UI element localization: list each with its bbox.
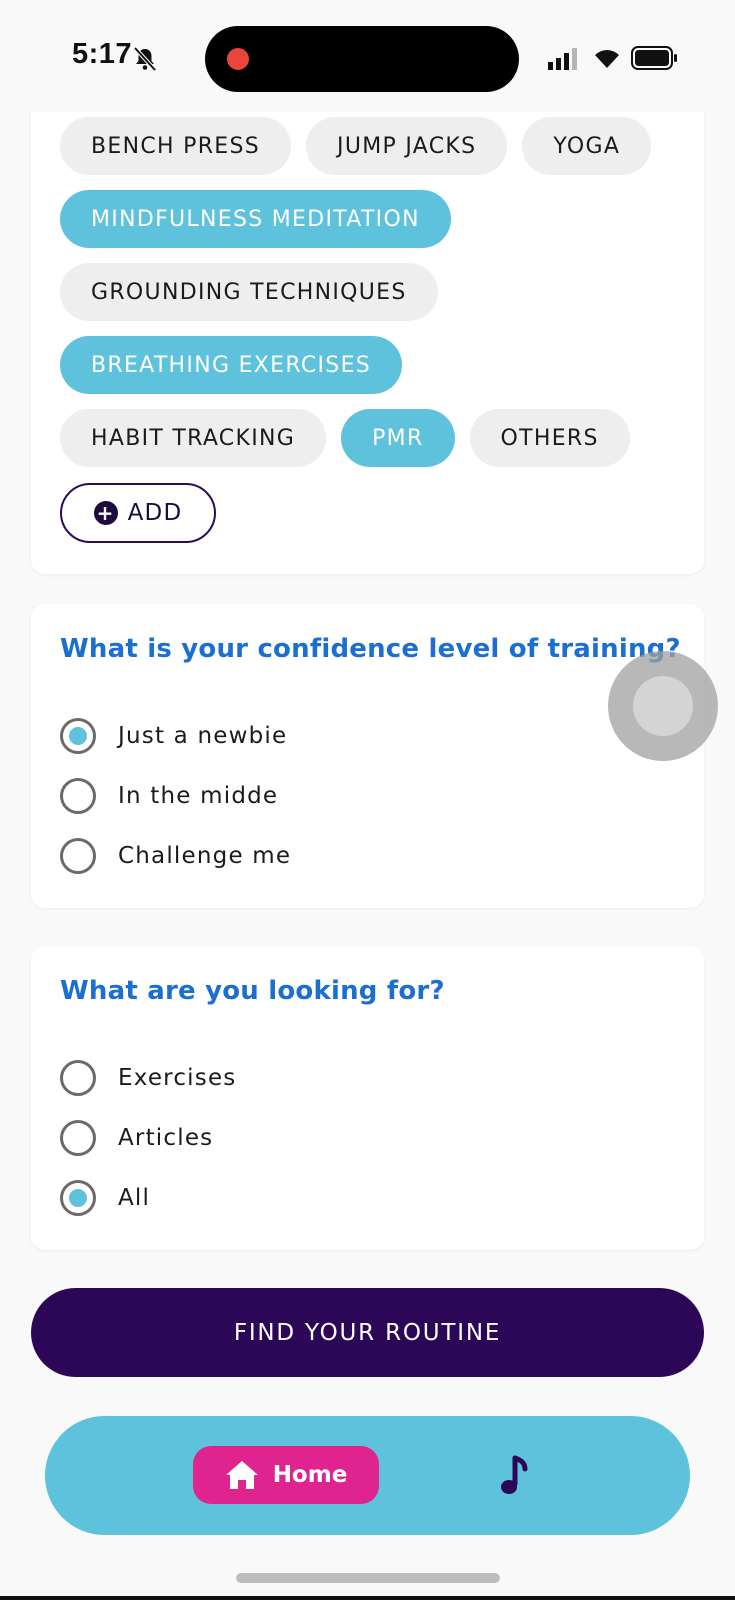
recording-indicator — [227, 48, 249, 70]
radio-button[interactable] — [60, 1060, 96, 1096]
confidence-card: What is your confidence level of trainin… — [31, 604, 704, 908]
chip-breathing-exercises[interactable]: BREATHING EXERCISES — [60, 336, 403, 394]
chip-pmr[interactable]: PMR — [341, 409, 455, 467]
home-icon — [225, 1461, 258, 1489]
status-time: 5:17 — [72, 38, 133, 70]
option-label: Exercises — [118, 1065, 237, 1091]
radio-button[interactable] — [60, 1120, 96, 1156]
chip-grounding-techniques[interactable]: GROUNDING TECHNIQUES — [60, 263, 438, 321]
option-label: All — [118, 1185, 151, 1211]
status-bar: 5:17 — [0, 0, 735, 112]
looking-for-card: What are you looking for? Exercises Arti… — [31, 946, 704, 1250]
activities-card: BENCH PRESS JUMP JACKS YOGA MINDFULNESS … — [31, 90, 704, 574]
chip-row: GROUNDING TECHNIQUES — [60, 263, 438, 321]
radio-button[interactable] — [60, 778, 96, 814]
chip-habit-tracking[interactable]: HABIT TRACKING — [60, 409, 327, 467]
option-label: Challenge me — [118, 843, 292, 869]
add-activity-button[interactable]: + ADD — [60, 483, 216, 543]
bell-muted-icon — [133, 46, 157, 72]
option-label: In the midde — [118, 783, 279, 809]
chip-row: BENCH PRESS JUMP JACKS YOGA — [60, 117, 652, 175]
chip-row: HABIT TRACKING PMR OTHERS — [60, 409, 630, 467]
chip-row: MINDFULNESS MEDITATION — [60, 190, 451, 248]
screen-edge — [0, 1596, 735, 1600]
looking-for-question: What are you looking for? — [60, 976, 445, 1006]
looking-option-all[interactable]: All — [60, 1180, 150, 1216]
option-label: Just a newbie — [118, 723, 288, 749]
chip-row: BREATHING EXERCISES — [60, 336, 403, 394]
music-note-icon[interactable] — [495, 1454, 539, 1498]
chip-others[interactable]: OTHERS — [469, 409, 630, 467]
chip-yoga[interactable]: YOGA — [522, 117, 652, 175]
wifi-icon — [595, 50, 619, 68]
cellular-signal-icon — [548, 48, 577, 70]
looking-option-articles[interactable]: Articles — [60, 1120, 213, 1156]
looking-option-exercises[interactable]: Exercises — [60, 1060, 237, 1096]
dynamic-island — [205, 26, 519, 92]
option-label: Articles — [118, 1125, 214, 1151]
add-button-label: ADD — [127, 500, 183, 526]
chip-mindfulness-meditation[interactable]: MINDFULNESS MEDITATION — [60, 190, 451, 248]
confidence-question: What is your confidence level of trainin… — [60, 634, 681, 664]
radio-button[interactable] — [60, 718, 96, 754]
radio-button[interactable] — [60, 1180, 96, 1216]
nav-home-label: Home — [272, 1462, 348, 1488]
confidence-option-challenge[interactable]: Challenge me — [60, 838, 291, 874]
battery-icon — [631, 46, 677, 70]
chip-bench-press[interactable]: BENCH PRESS — [60, 117, 292, 175]
confidence-option-newbie[interactable]: Just a newbie — [60, 718, 287, 754]
nav-home-button[interactable]: Home — [193, 1446, 379, 1504]
find-routine-button[interactable]: FIND YOUR ROUTINE — [31, 1288, 704, 1377]
bottom-nav: Home — [45, 1416, 690, 1535]
plus-circle-icon: + — [93, 501, 118, 525]
home-indicator — [236, 1573, 500, 1583]
touch-indicator — [608, 651, 718, 761]
radio-button[interactable] — [60, 838, 96, 874]
chip-jump-jacks[interactable]: JUMP JACKS — [306, 117, 508, 175]
confidence-option-middle[interactable]: In the midde — [60, 778, 278, 814]
